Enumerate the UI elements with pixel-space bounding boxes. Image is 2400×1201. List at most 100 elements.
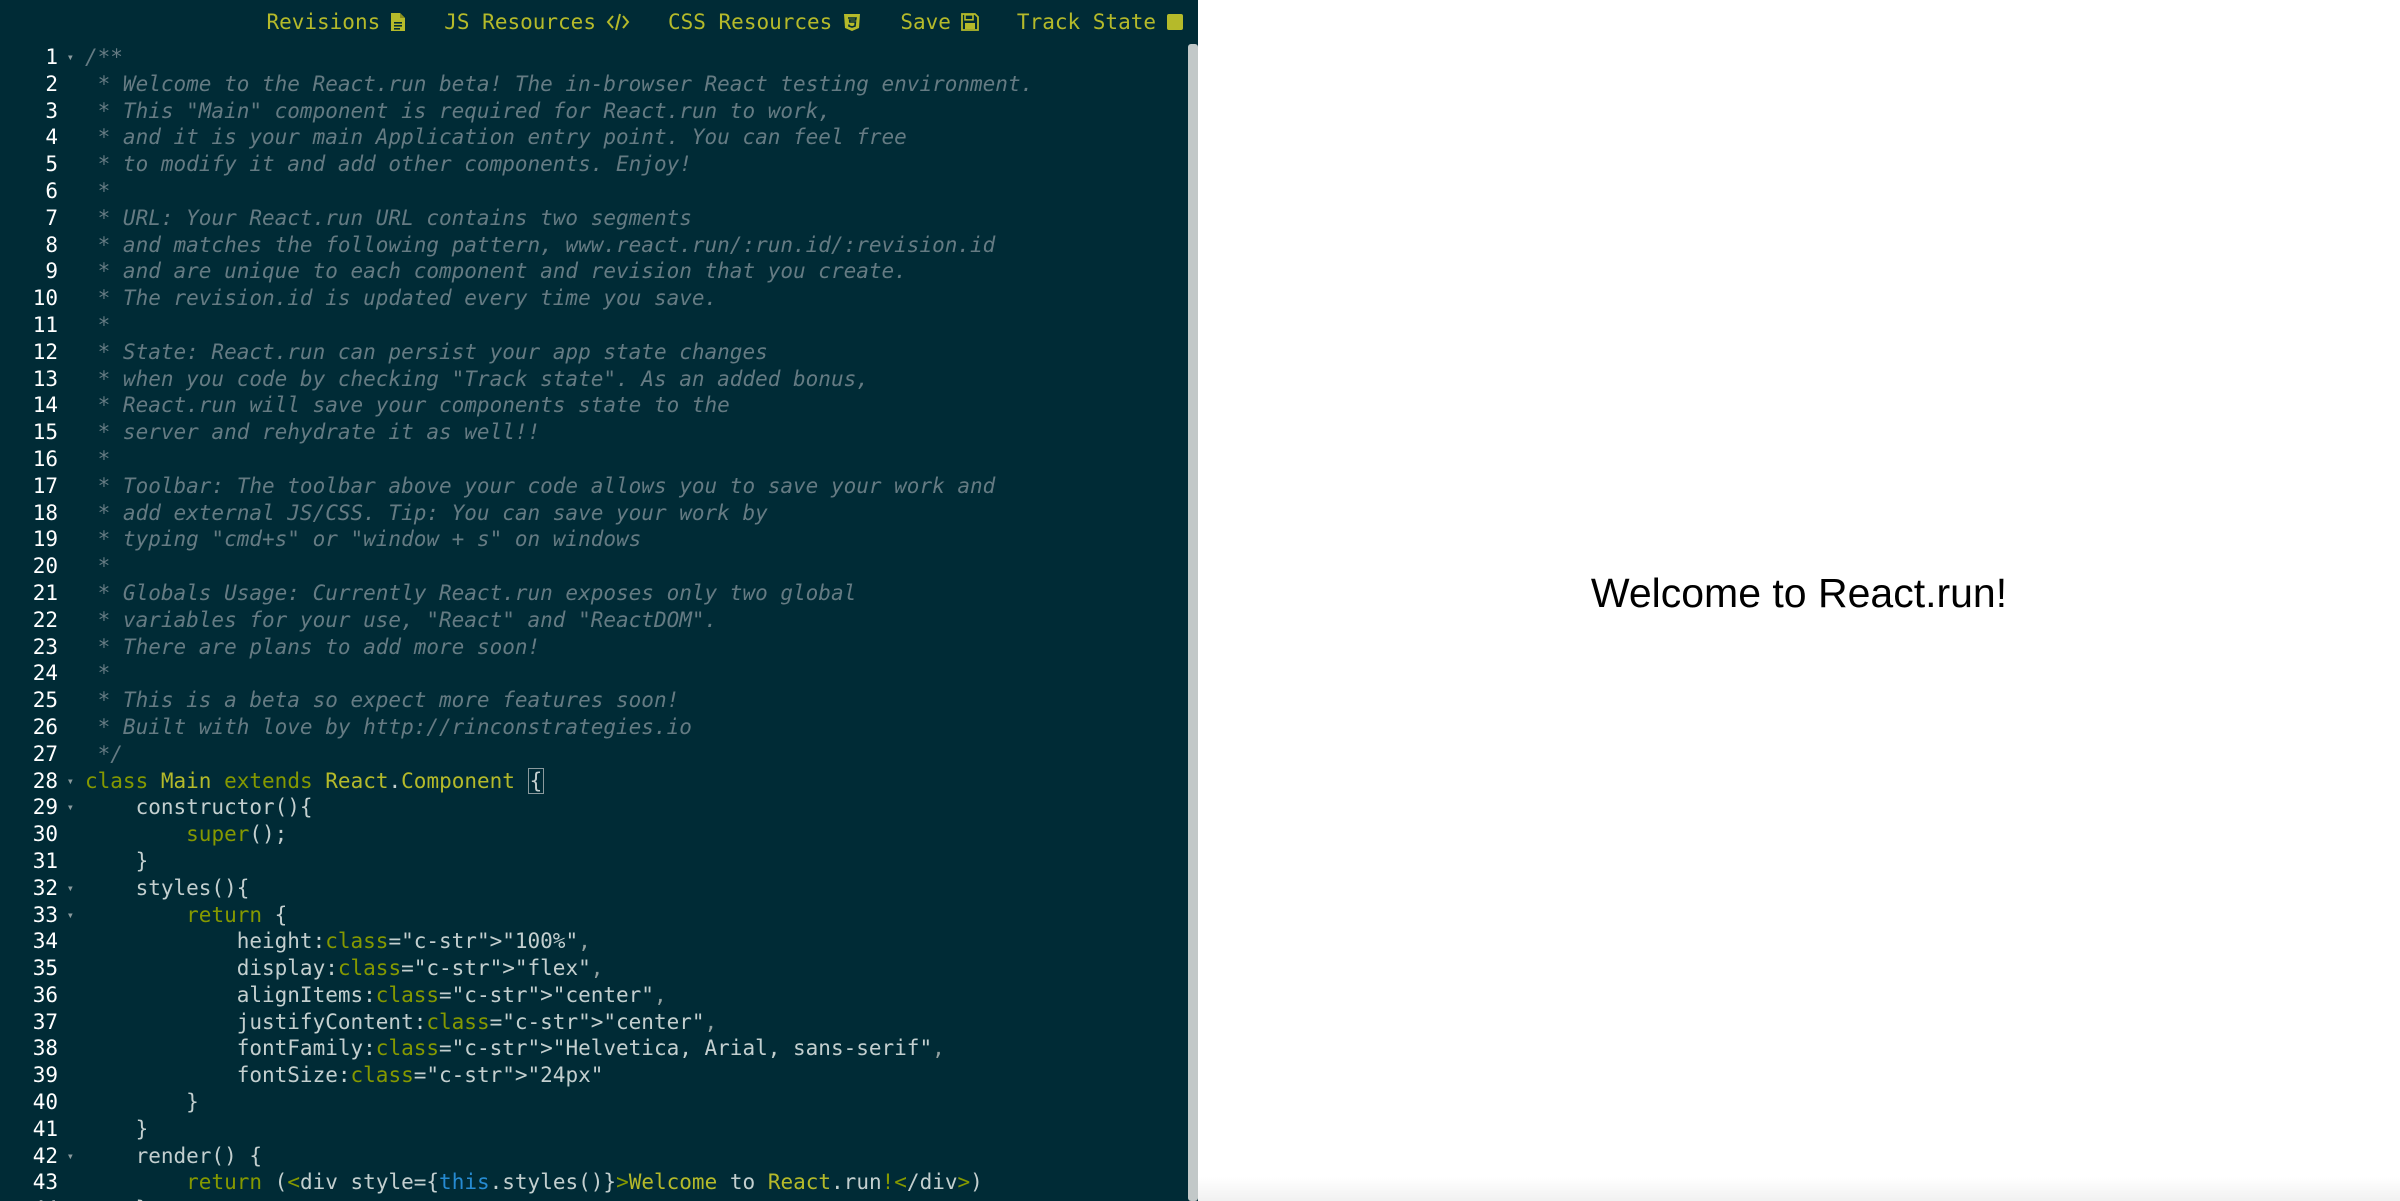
code-line[interactable]: * Built with love by http://rinconstrate… bbox=[85, 714, 1185, 741]
code-line[interactable]: * This "Main" component is required for … bbox=[85, 98, 1185, 125]
line-number: 37 bbox=[0, 1009, 78, 1036]
code-line[interactable]: alignItems:class="c-str">"center", bbox=[85, 982, 1185, 1009]
code-editor-pane[interactable]: Revisions JS Resources CSS Resources Sav… bbox=[0, 0, 1198, 1201]
css-resources-label: CSS Resources bbox=[667, 10, 833, 34]
code-line[interactable]: * server and rehydrate it as well!! bbox=[85, 419, 1185, 446]
js-resources-button[interactable]: JS Resources bbox=[444, 10, 630, 34]
code-line[interactable]: * bbox=[85, 446, 1185, 473]
code-line[interactable]: * This is a beta so expect more features… bbox=[85, 687, 1185, 714]
code-line[interactable]: /** bbox=[85, 44, 1185, 71]
code-line[interactable]: * Toolbar: The toolbar above your code a… bbox=[85, 473, 1185, 500]
line-number-text: 1 bbox=[45, 45, 58, 69]
line-number: 18 bbox=[0, 500, 78, 527]
line-number-text: 37 bbox=[32, 1009, 58, 1034]
code-line[interactable]: } bbox=[85, 848, 1185, 875]
code-content[interactable]: /** * Welcome to the React.run beta! The… bbox=[85, 44, 1185, 1201]
revisions-label: Revisions bbox=[266, 10, 381, 34]
code-line[interactable]: * There are plans to add more soon! bbox=[85, 634, 1185, 661]
code-line[interactable]: class Main extends React.Component { bbox=[85, 767, 1185, 795]
code-line[interactable]: * when you code by checking "Track state… bbox=[85, 366, 1185, 393]
code-line[interactable]: * React.run will save your components st… bbox=[85, 392, 1185, 419]
code-line[interactable]: * variables for your use, "React" and "R… bbox=[85, 607, 1185, 634]
line-number: 33 ▾ bbox=[0, 902, 78, 929]
fold-arrow-icon[interactable]: ▾ bbox=[67, 794, 74, 821]
code-line[interactable]: constructor(){ bbox=[85, 794, 1185, 821]
line-number-text: 13 bbox=[32, 366, 58, 391]
code-line[interactable]: * and are unique to each component and r… bbox=[85, 258, 1185, 285]
line-number-text: 42 bbox=[32, 1143, 58, 1168]
code-line[interactable]: } bbox=[85, 1089, 1185, 1116]
line-number: 20 bbox=[0, 553, 78, 580]
css-resources-button[interactable]: CSS Resources bbox=[668, 10, 862, 34]
save-label: Save bbox=[900, 10, 951, 34]
line-number-text: 31 bbox=[32, 848, 58, 873]
track-state-toggle[interactable]: Track State bbox=[1017, 10, 1184, 34]
code-line[interactable]: * typing "cmd+s" or "window + s" on wind… bbox=[85, 526, 1185, 553]
fold-arrow-icon[interactable]: ▾ bbox=[67, 902, 74, 929]
line-number-text: 7 bbox=[45, 205, 58, 230]
code-line[interactable]: * bbox=[85, 312, 1185, 339]
code-line[interactable]: fontFamily:class="c-str">"Helvetica, Ari… bbox=[85, 1035, 1185, 1062]
line-number: 25 bbox=[0, 687, 78, 714]
fold-arrow-icon[interactable]: ▾ bbox=[67, 44, 74, 71]
line-number: 24 bbox=[0, 660, 78, 687]
checkbox-icon[interactable] bbox=[1166, 13, 1184, 31]
code-line[interactable]: * URL: Your React.run URL contains two s… bbox=[85, 205, 1185, 232]
line-number: 22 bbox=[0, 607, 78, 634]
code-line[interactable]: * bbox=[85, 553, 1185, 580]
line-number-text: 6 bbox=[45, 178, 58, 203]
line-number-text: 3 bbox=[45, 98, 58, 123]
line-number: 1 ▾ bbox=[0, 44, 78, 71]
line-number-text: 32 bbox=[32, 875, 58, 900]
code-line[interactable]: styles(){ bbox=[85, 875, 1185, 902]
code-line[interactable]: } bbox=[85, 1196, 1185, 1201]
code-line[interactable]: justifyContent:class="c-str">"center", bbox=[85, 1009, 1185, 1036]
revisions-button[interactable]: Revisions bbox=[266, 10, 406, 34]
line-number-text: 16 bbox=[32, 446, 58, 471]
line-number: 9 bbox=[0, 258, 78, 285]
code-line[interactable]: return { bbox=[85, 902, 1185, 929]
code-line[interactable]: super(); bbox=[85, 821, 1185, 848]
line-number: 43 bbox=[0, 1169, 78, 1196]
line-number: 39 bbox=[0, 1062, 78, 1089]
code-line[interactable]: * to modify it and add other components.… bbox=[85, 151, 1185, 178]
line-number: 15 bbox=[0, 419, 78, 446]
line-number: 19 bbox=[0, 526, 78, 553]
code-line[interactable]: render() { bbox=[85, 1143, 1185, 1170]
line-number: 10 bbox=[0, 285, 78, 312]
line-number: 8 bbox=[0, 232, 78, 259]
css3-icon bbox=[842, 12, 862, 32]
code-line[interactable]: * State: React.run can persist your app … bbox=[85, 339, 1185, 366]
line-number-text: 22 bbox=[32, 607, 58, 632]
code-line[interactable]: * and matches the following pattern, www… bbox=[85, 232, 1185, 259]
line-number-text: 26 bbox=[32, 714, 58, 739]
code-line[interactable]: fontSize:class="c-str">"24px" bbox=[85, 1062, 1185, 1089]
code-line[interactable]: display:class="c-str">"flex", bbox=[85, 955, 1185, 982]
code-line[interactable]: * The revision.id is updated every time … bbox=[85, 285, 1185, 312]
code-line[interactable]: return (<div style={this.styles()}>Welco… bbox=[85, 1169, 1185, 1196]
line-number-text: 2 bbox=[45, 71, 58, 96]
editor-scrollbar[interactable] bbox=[1188, 44, 1198, 1201]
fold-arrow-icon[interactable]: ▾ bbox=[67, 875, 74, 902]
code-line[interactable]: * Welcome to the React.run beta! The in-… bbox=[85, 71, 1185, 98]
line-number: 3 bbox=[0, 98, 78, 125]
code-line[interactable]: * and it is your main Application entry … bbox=[85, 124, 1185, 151]
line-number-text: 20 bbox=[32, 554, 58, 579]
code-line[interactable]: * bbox=[85, 178, 1185, 205]
save-button[interactable]: Save bbox=[900, 10, 979, 34]
line-number: 6 bbox=[0, 178, 78, 205]
code-line[interactable]: } bbox=[85, 1116, 1185, 1143]
code-line[interactable]: */ bbox=[85, 741, 1185, 768]
code-line[interactable]: height:class="c-str">"100%", bbox=[85, 928, 1185, 955]
code-line[interactable]: * bbox=[85, 660, 1185, 687]
line-number-text: 34 bbox=[32, 929, 58, 954]
code-line[interactable]: * Globals Usage: Currently React.run exp… bbox=[85, 580, 1185, 607]
fold-arrow-icon[interactable]: ▾ bbox=[67, 768, 74, 795]
line-number-text: 35 bbox=[32, 956, 58, 981]
line-number-text: 30 bbox=[32, 822, 58, 847]
code-line[interactable]: * add external JS/CSS. Tip: You can save… bbox=[85, 500, 1185, 527]
line-number-text: 33 bbox=[32, 902, 58, 927]
line-number: 27 bbox=[0, 741, 78, 768]
line-number-text: 11 bbox=[32, 312, 58, 337]
fold-arrow-icon[interactable]: ▾ bbox=[67, 1143, 74, 1170]
